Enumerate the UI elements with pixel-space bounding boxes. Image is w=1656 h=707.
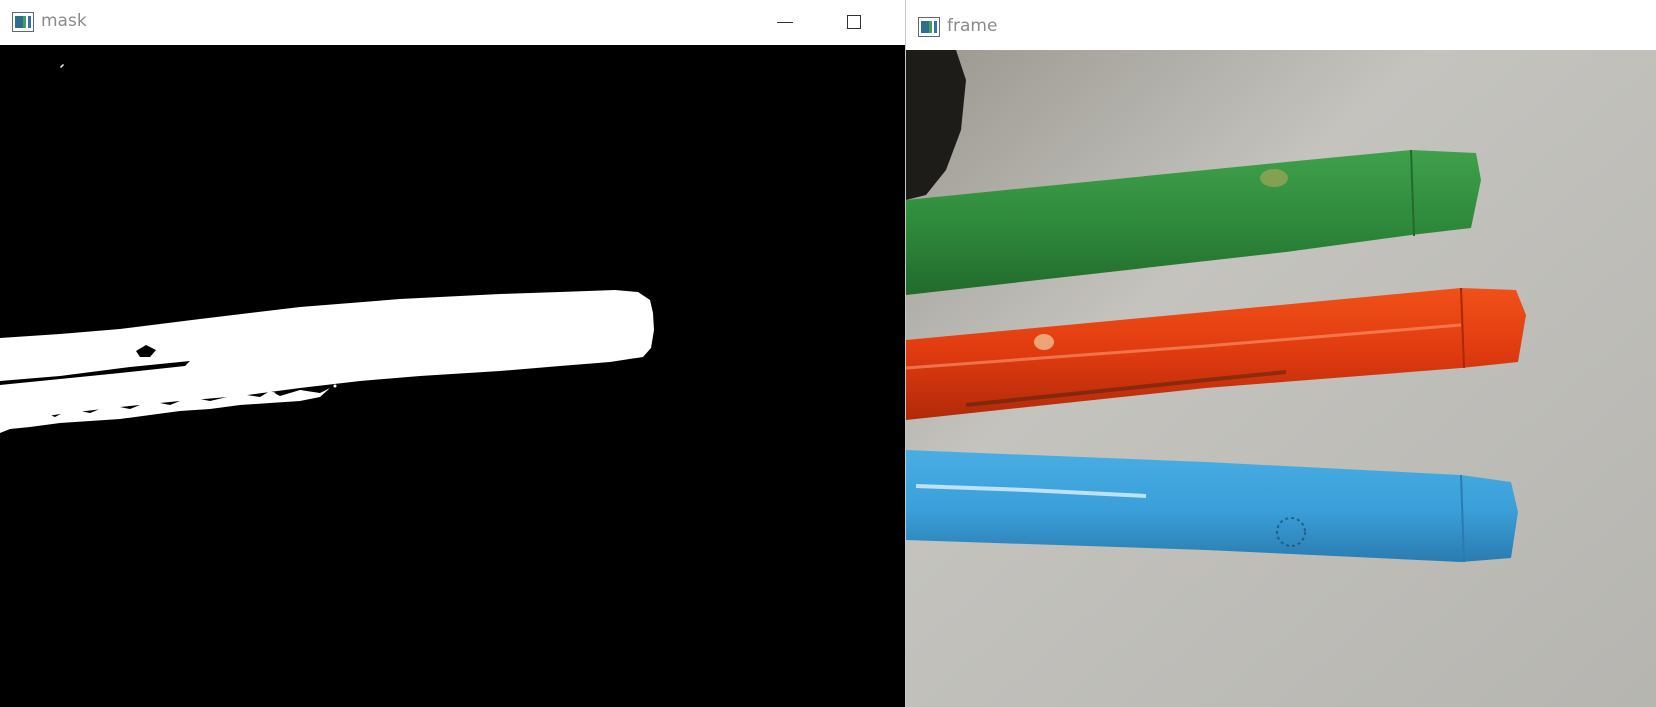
opencv-window-icon [918, 17, 940, 37]
frame-titlebar[interactable]: frame [906, 0, 1656, 50]
frame-window[interactable]: frame [905, 0, 1656, 707]
camera-frame-image [906, 50, 1656, 707]
mask-window[interactable]: mask [0, 0, 905, 707]
window-title: mask [41, 11, 87, 31]
minimize-button[interactable] [775, 12, 795, 32]
minimize-icon [775, 12, 795, 32]
opencv-window-icon [12, 12, 34, 32]
maximize-icon [844, 12, 864, 32]
mask-titlebar[interactable]: mask [0, 0, 905, 45]
maximize-button[interactable] [844, 12, 864, 32]
window-title: frame [947, 16, 998, 36]
mask-image [0, 45, 905, 707]
